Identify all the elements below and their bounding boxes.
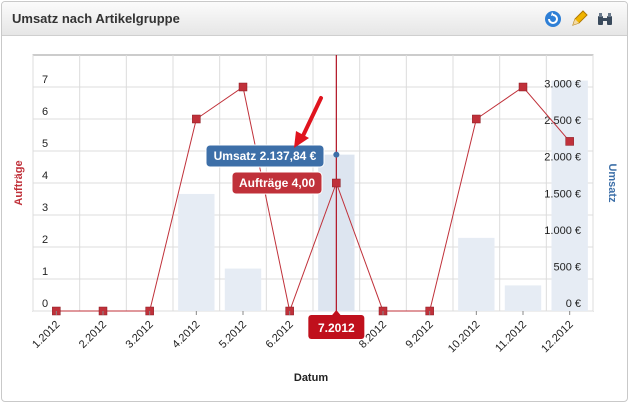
x-tick-label: 12.2012 (539, 319, 576, 356)
y-right-tick-label: 2.000 € (544, 152, 581, 164)
x-tick-label: 6.2012 (264, 319, 296, 351)
tooltip-umsatz-text: Umsatz 2.137,84 € (214, 149, 317, 163)
y-right-tick-label: 2.500 € (544, 115, 581, 127)
bar-umsatz (178, 193, 215, 311)
y-left-tick-label: 5 (42, 138, 48, 150)
y-right-tick-label: 0 € (566, 298, 581, 310)
x-tick-label: 4.2012 (170, 319, 202, 351)
y-left-tick-label: 4 (42, 170, 48, 182)
x-tick-label: 1.2012 (30, 319, 62, 351)
x-tick-label: 5.2012 (217, 319, 249, 351)
point-auftraege (518, 82, 528, 92)
tooltip-auftraege-text: Aufträge 4,00 (239, 176, 315, 190)
point-umsatz (333, 151, 340, 158)
y-left-tick-label: 7 (42, 74, 48, 86)
y-right-tick-label: 1.000 € (544, 225, 581, 237)
x-tick-label: 3.2012 (124, 319, 156, 351)
x-tick-label: 11.2012 (493, 319, 529, 355)
x-tick-label: 9.2012 (404, 319, 436, 351)
point-auftraege (238, 82, 248, 92)
bar-umsatz (458, 237, 495, 311)
y-left-tick-label: 1 (42, 266, 48, 278)
y-right-tick-label: 500 € (553, 261, 581, 273)
y-left-tick-label: 3 (42, 202, 48, 214)
point-auftraege (192, 114, 201, 124)
y-right-tick-label: 3.000 € (544, 79, 581, 91)
x-axis-title: Datum (294, 372, 328, 384)
bar-umsatz (504, 285, 542, 311)
y-left-axis-title: Aufträge (13, 160, 25, 205)
point-auftraege (332, 178, 341, 188)
y-left-tick-label: 6 (42, 106, 48, 118)
chart: 0 1 2 3 4 5 6 7 0 € 500 € 1.000 € 1.500 € 2.000 € 2.5… (13, 54, 618, 384)
y-right-axis-title: Umsatz (606, 163, 618, 203)
tooltip-category-text: 7.2012 (318, 321, 355, 335)
point-auftraege (565, 137, 574, 146)
x-tick-label: 10.2012 (446, 319, 483, 356)
y-left-tick-label: 2 (42, 234, 48, 246)
bar-umsatz (224, 268, 262, 311)
point-auftraege (472, 114, 481, 124)
x-tick-label: 2.2012 (77, 319, 109, 351)
y-right-tick-label: 1.500 € (544, 188, 581, 200)
y-left-tick-label: 0 (42, 298, 48, 310)
